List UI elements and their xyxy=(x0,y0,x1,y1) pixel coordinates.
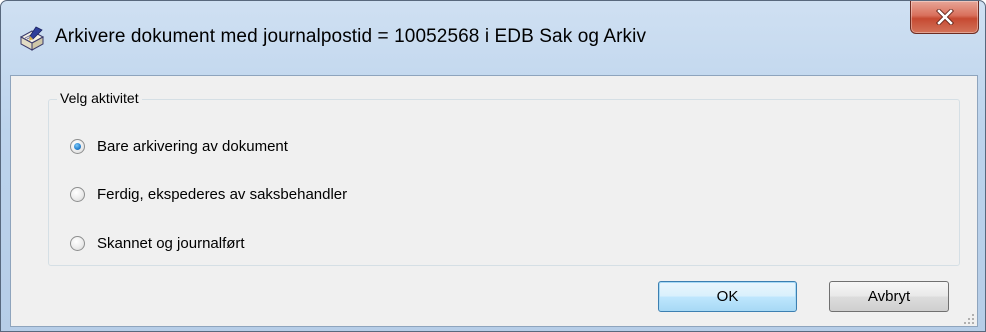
dialog-content: Velg aktivitet Bare arkivering av dokume… xyxy=(10,75,978,327)
dialog-window: Arkivere dokument med journalpostid = 10… xyxy=(0,0,986,332)
close-button[interactable] xyxy=(910,1,979,34)
document-pen-icon xyxy=(18,25,46,53)
ok-button[interactable]: OK xyxy=(658,281,797,312)
radio-button[interactable] xyxy=(70,235,85,251)
radio-label: Bare arkivering av dokument xyxy=(97,137,288,155)
close-icon xyxy=(935,9,954,25)
groupbox-legend: Velg aktivitet xyxy=(57,90,142,106)
radio-button[interactable] xyxy=(70,186,85,202)
radio-option-scanned-journaled[interactable]: Skannet og journalført xyxy=(70,231,245,255)
cancel-button[interactable]: Avbryt xyxy=(829,281,949,312)
radio-button-selected[interactable] xyxy=(70,138,85,154)
radio-option-finished-expedited[interactable]: Ferdig, ekspederes av saksbehandler xyxy=(70,182,347,206)
radio-label: Ferdig, ekspederes av saksbehandler xyxy=(97,185,348,203)
title-bar[interactable]: Arkivere dokument med journalpostid = 10… xyxy=(1,1,985,75)
radio-label: Skannet og journalført xyxy=(97,234,245,252)
window-title: Arkivere dokument med journalpostid = 10… xyxy=(55,26,647,47)
radio-option-archive-only[interactable]: Bare arkivering av dokument xyxy=(70,134,288,158)
resize-grip-icon[interactable] xyxy=(963,312,975,324)
activity-groupbox: Velg aktivitet Bare arkivering av dokume… xyxy=(48,90,960,266)
